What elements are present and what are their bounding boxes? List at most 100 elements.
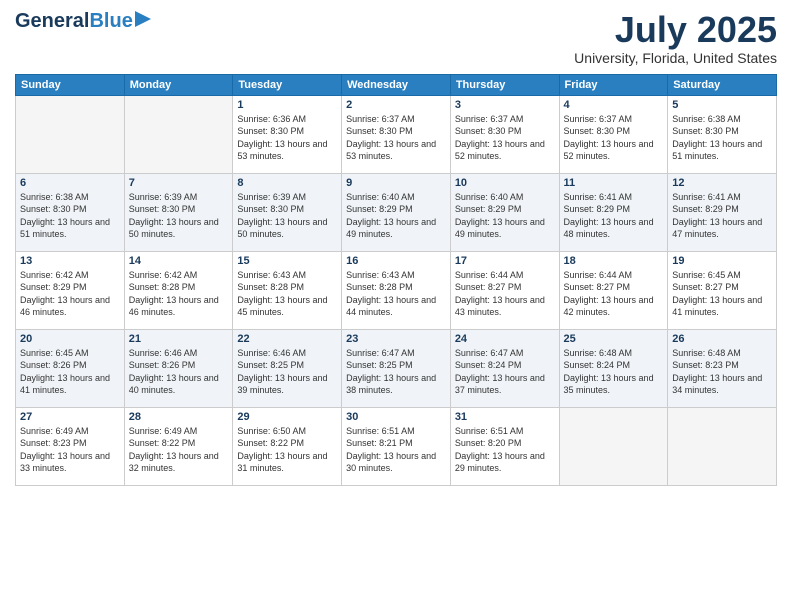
day-number: 10 (455, 177, 555, 189)
logo: GeneralBlue (15, 10, 155, 32)
table-row: 26 Sunrise: 6:48 AMSunset: 8:23 PMDaylig… (668, 329, 777, 407)
subtitle: University, Florida, United States (574, 50, 777, 66)
table-row: 27 Sunrise: 6:49 AMSunset: 8:23 PMDaylig… (16, 407, 125, 485)
table-row: 25 Sunrise: 6:48 AMSunset: 8:24 PMDaylig… (559, 329, 668, 407)
day-detail: Sunrise: 6:46 AMSunset: 8:25 PMDaylight:… (237, 348, 327, 396)
day-number: 22 (237, 333, 337, 345)
table-row: 4 Sunrise: 6:37 AMSunset: 8:30 PMDayligh… (559, 95, 668, 173)
col-monday: Monday (124, 74, 233, 95)
table-row: 3 Sunrise: 6:37 AMSunset: 8:30 PMDayligh… (450, 95, 559, 173)
calendar-week-row: 20 Sunrise: 6:45 AMSunset: 8:26 PMDaylig… (16, 329, 777, 407)
day-number: 15 (237, 255, 337, 267)
day-detail: Sunrise: 6:39 AMSunset: 8:30 PMDaylight:… (237, 192, 327, 240)
day-detail: Sunrise: 6:48 AMSunset: 8:23 PMDaylight:… (672, 348, 762, 396)
day-number: 11 (564, 177, 664, 189)
day-detail: Sunrise: 6:42 AMSunset: 8:29 PMDaylight:… (20, 270, 110, 318)
day-detail: Sunrise: 6:50 AMSunset: 8:22 PMDaylight:… (237, 426, 327, 474)
table-row: 17 Sunrise: 6:44 AMSunset: 8:27 PMDaylig… (450, 251, 559, 329)
col-sunday: Sunday (16, 74, 125, 95)
table-row: 29 Sunrise: 6:50 AMSunset: 8:22 PMDaylig… (233, 407, 342, 485)
col-tuesday: Tuesday (233, 74, 342, 95)
day-detail: Sunrise: 6:41 AMSunset: 8:29 PMDaylight:… (672, 192, 762, 240)
calendar-header-row: Sunday Monday Tuesday Wednesday Thursday… (16, 74, 777, 95)
day-detail: Sunrise: 6:44 AMSunset: 8:27 PMDaylight:… (564, 270, 654, 318)
table-row: 19 Sunrise: 6:45 AMSunset: 8:27 PMDaylig… (668, 251, 777, 329)
day-number: 31 (455, 411, 555, 423)
table-row: 6 Sunrise: 6:38 AMSunset: 8:30 PMDayligh… (16, 173, 125, 251)
day-number: 20 (20, 333, 120, 345)
day-number: 9 (346, 177, 446, 189)
calendar-week-row: 1 Sunrise: 6:36 AMSunset: 8:30 PMDayligh… (16, 95, 777, 173)
day-number: 19 (672, 255, 772, 267)
day-detail: Sunrise: 6:43 AMSunset: 8:28 PMDaylight:… (346, 270, 436, 318)
table-row: 2 Sunrise: 6:37 AMSunset: 8:30 PMDayligh… (342, 95, 451, 173)
day-number: 6 (20, 177, 120, 189)
table-row (124, 95, 233, 173)
day-number: 5 (672, 99, 772, 111)
day-number: 21 (129, 333, 229, 345)
day-detail: Sunrise: 6:40 AMSunset: 8:29 PMDaylight:… (346, 192, 436, 240)
day-detail: Sunrise: 6:46 AMSunset: 8:26 PMDaylight:… (129, 348, 219, 396)
day-detail: Sunrise: 6:45 AMSunset: 8:26 PMDaylight:… (20, 348, 110, 396)
table-row: 18 Sunrise: 6:44 AMSunset: 8:27 PMDaylig… (559, 251, 668, 329)
table-row: 30 Sunrise: 6:51 AMSunset: 8:21 PMDaylig… (342, 407, 451, 485)
table-row: 15 Sunrise: 6:43 AMSunset: 8:28 PMDaylig… (233, 251, 342, 329)
day-detail: Sunrise: 6:49 AMSunset: 8:22 PMDaylight:… (129, 426, 219, 474)
day-detail: Sunrise: 6:48 AMSunset: 8:24 PMDaylight:… (564, 348, 654, 396)
day-number: 17 (455, 255, 555, 267)
day-number: 23 (346, 333, 446, 345)
day-number: 18 (564, 255, 664, 267)
day-number: 3 (455, 99, 555, 111)
day-detail: Sunrise: 6:45 AMSunset: 8:27 PMDaylight:… (672, 270, 762, 318)
header: GeneralBlue July 2025 University, Florid… (15, 10, 777, 66)
table-row: 23 Sunrise: 6:47 AMSunset: 8:25 PMDaylig… (342, 329, 451, 407)
day-detail: Sunrise: 6:37 AMSunset: 8:30 PMDaylight:… (455, 114, 545, 162)
calendar-week-row: 27 Sunrise: 6:49 AMSunset: 8:23 PMDaylig… (16, 407, 777, 485)
day-detail: Sunrise: 6:41 AMSunset: 8:29 PMDaylight:… (564, 192, 654, 240)
day-number: 16 (346, 255, 446, 267)
day-number: 27 (20, 411, 120, 423)
table-row: 5 Sunrise: 6:38 AMSunset: 8:30 PMDayligh… (668, 95, 777, 173)
table-row: 11 Sunrise: 6:41 AMSunset: 8:29 PMDaylig… (559, 173, 668, 251)
day-detail: Sunrise: 6:38 AMSunset: 8:30 PMDaylight:… (672, 114, 762, 162)
table-row: 31 Sunrise: 6:51 AMSunset: 8:20 PMDaylig… (450, 407, 559, 485)
table-row (16, 95, 125, 173)
day-detail: Sunrise: 6:36 AMSunset: 8:30 PMDaylight:… (237, 114, 327, 162)
table-row: 10 Sunrise: 6:40 AMSunset: 8:29 PMDaylig… (450, 173, 559, 251)
day-number: 1 (237, 99, 337, 111)
day-number: 28 (129, 411, 229, 423)
day-number: 7 (129, 177, 229, 189)
table-row: 14 Sunrise: 6:42 AMSunset: 8:28 PMDaylig… (124, 251, 233, 329)
table-row: 20 Sunrise: 6:45 AMSunset: 8:26 PMDaylig… (16, 329, 125, 407)
day-detail: Sunrise: 6:37 AMSunset: 8:30 PMDaylight:… (346, 114, 436, 162)
day-number: 25 (564, 333, 664, 345)
table-row (559, 407, 668, 485)
table-row: 22 Sunrise: 6:46 AMSunset: 8:25 PMDaylig… (233, 329, 342, 407)
day-number: 29 (237, 411, 337, 423)
day-number: 26 (672, 333, 772, 345)
day-detail: Sunrise: 6:43 AMSunset: 8:28 PMDaylight:… (237, 270, 327, 318)
col-saturday: Saturday (668, 74, 777, 95)
day-number: 4 (564, 99, 664, 111)
day-detail: Sunrise: 6:37 AMSunset: 8:30 PMDaylight:… (564, 114, 654, 162)
table-row: 21 Sunrise: 6:46 AMSunset: 8:26 PMDaylig… (124, 329, 233, 407)
calendar-table: Sunday Monday Tuesday Wednesday Thursday… (15, 74, 777, 486)
table-row: 12 Sunrise: 6:41 AMSunset: 8:29 PMDaylig… (668, 173, 777, 251)
calendar-week-row: 13 Sunrise: 6:42 AMSunset: 8:29 PMDaylig… (16, 251, 777, 329)
day-detail: Sunrise: 6:47 AMSunset: 8:25 PMDaylight:… (346, 348, 436, 396)
day-number: 13 (20, 255, 120, 267)
day-number: 24 (455, 333, 555, 345)
calendar-week-row: 6 Sunrise: 6:38 AMSunset: 8:30 PMDayligh… (16, 173, 777, 251)
table-row: 16 Sunrise: 6:43 AMSunset: 8:28 PMDaylig… (342, 251, 451, 329)
page: GeneralBlue July 2025 University, Florid… (0, 0, 792, 612)
day-detail: Sunrise: 6:51 AMSunset: 8:21 PMDaylight:… (346, 426, 436, 474)
day-number: 30 (346, 411, 446, 423)
table-row: 7 Sunrise: 6:39 AMSunset: 8:30 PMDayligh… (124, 173, 233, 251)
table-row: 1 Sunrise: 6:36 AMSunset: 8:30 PMDayligh… (233, 95, 342, 173)
day-detail: Sunrise: 6:42 AMSunset: 8:28 PMDaylight:… (129, 270, 219, 318)
logo-text: GeneralBlue (15, 10, 133, 32)
table-row: 28 Sunrise: 6:49 AMSunset: 8:22 PMDaylig… (124, 407, 233, 485)
col-wednesday: Wednesday (342, 74, 451, 95)
day-detail: Sunrise: 6:49 AMSunset: 8:23 PMDaylight:… (20, 426, 110, 474)
day-number: 2 (346, 99, 446, 111)
